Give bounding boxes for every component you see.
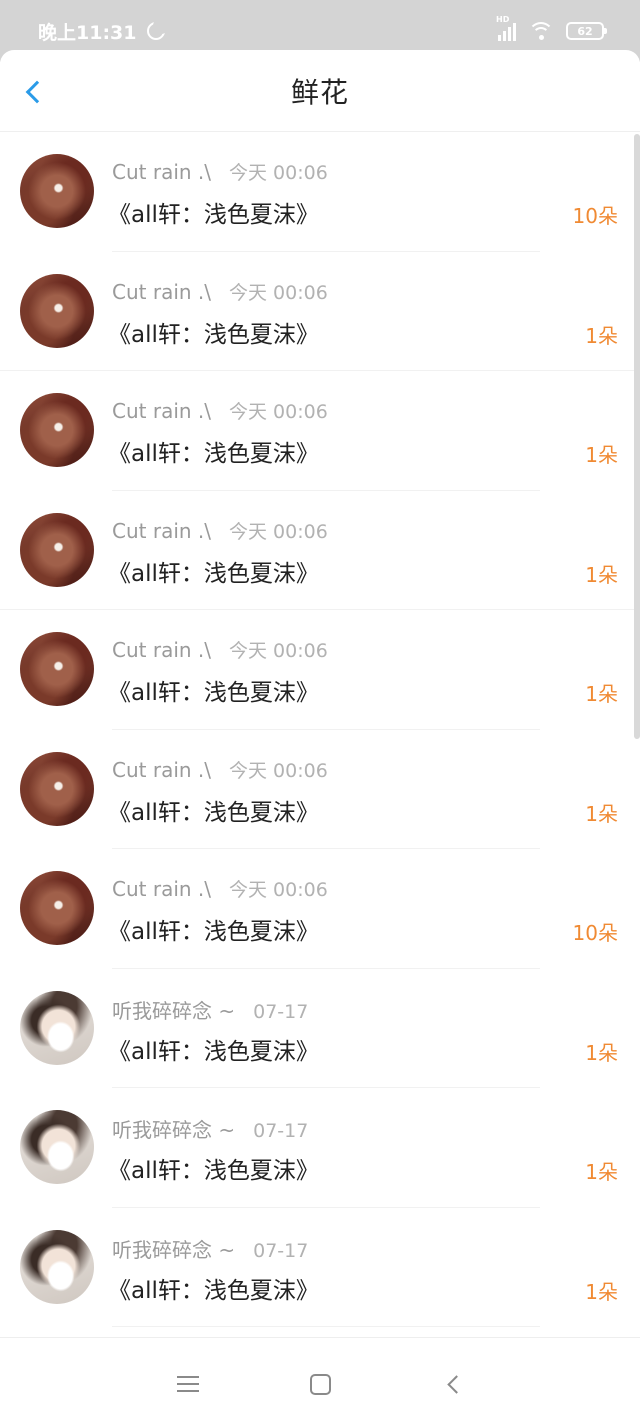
menu-icon [177,1376,199,1392]
book-title: 《all轩：浅色夏沫》 [108,560,319,587]
man-avatar[interactable] [20,512,94,587]
man-avatar[interactable] [20,751,94,826]
book-title: 《all轩：浅色夏沫》 [108,680,319,706]
item-meta: 听我碎碎念 ~ 07-17 [112,1114,308,1143]
timestamp: 今天 00:06 [229,281,328,304]
item-meta: Cut rain .\ 今天 00:06 [112,397,328,424]
home-button[interactable] [300,1364,340,1404]
header: 鲜花 [0,50,640,132]
man-avatar[interactable] [20,154,94,228]
chevron-left-icon [25,80,49,104]
status-right: HD 62 [496,15,607,41]
back-button[interactable] [14,72,54,112]
man-avatar[interactable] [20,632,94,706]
book-title: 《all轩：浅色夏沫》 [108,919,319,945]
timestamp: 今天 00:06 [229,401,328,423]
book-title: 《all轩：浅色夏沫》 [108,1277,319,1304]
flower-count: 1朵 [585,801,618,826]
list-item[interactable]: Cut rain .\ 今天 00:06 《all轩：浅色夏沫》 10朵 [0,132,640,252]
nav-back-button[interactable] [433,1364,473,1404]
timestamp: 07-17 [253,1239,309,1262]
user-name[interactable]: 听我碎碎念 ~ [112,995,235,1024]
signal-icon: HD [496,15,516,41]
list-item[interactable]: Cut rain .\ 今天 00:06 《all轩：浅色夏沫》 1朵 [0,371,640,491]
signal-hd-label: HD [496,15,510,24]
flower-count: 1朵 [585,443,618,467]
user-name[interactable]: Cut rain .\ [112,280,211,304]
list-item[interactable]: 听我碎碎念 ~ 07-17 《all轩：浅色夏沫》 1朵 [0,1208,640,1327]
list-item[interactable]: 听我碎碎念 ~ 07-17 《all轩：浅色夏沫》 1朵 [0,1088,640,1208]
scrollbar[interactable] [634,134,640,739]
flower-count: 1朵 [585,562,618,587]
user-name[interactable]: Cut rain .\ [112,877,211,901]
user-name[interactable]: 听我碎碎念 ~ [112,1114,235,1143]
user-name[interactable]: Cut rain .\ [112,758,211,782]
user-name[interactable]: Cut rain .\ [112,399,211,423]
item-meta: Cut rain .\ 今天 00:06 [112,278,328,305]
list-item[interactable]: Cut rain .\ 今天 00:06 《all轩：浅色夏沫》 1朵 [0,252,640,371]
gift-list: Cut rain .\ 今天 00:06 《all轩：浅色夏沫》 10朵 Cut… [0,132,640,1327]
girl-avatar[interactable] [20,1229,94,1304]
list-item[interactable]: Cut rain .\ 今天 00:06 《all轩：浅色夏沫》 1朵 [0,610,640,730]
item-meta: Cut rain .\ 今天 00:06 [112,756,328,783]
flower-count: 1朵 [585,1040,618,1065]
man-avatar[interactable] [20,871,94,945]
battery-icon: 62 [566,22,607,40]
item-meta: Cut rain .\ 今天 00:06 [112,636,328,663]
flower-count: 1朵 [585,682,618,706]
flower-count: 10朵 [572,921,618,945]
item-meta: Cut rain .\ 今天 00:06 [112,875,328,902]
book-title: 《all轩：浅色夏沫》 [108,1158,319,1184]
item-meta: Cut rain .\ 今天 00:06 [112,517,328,544]
book-title: 《all轩：浅色夏沫》 [108,799,319,826]
timestamp: 今天 00:06 [229,759,328,782]
timestamp: 今天 00:06 [229,520,328,543]
list-item[interactable]: Cut rain .\ 今天 00:06 《all轩：浅色夏沫》 1朵 [0,730,640,849]
flower-count: 10朵 [572,204,618,228]
item-meta: 听我碎碎念 ~ 07-17 [112,995,308,1024]
timestamp: 07-17 [253,1000,309,1023]
system-nav-bar [0,1337,640,1422]
book-title: 《all轩：浅色夏沫》 [108,202,319,228]
wifi-icon [528,21,554,41]
item-meta: 听我碎碎念 ~ 07-17 [112,1234,308,1263]
timestamp: 今天 00:06 [229,162,328,184]
list-item[interactable]: 听我碎碎念 ~ 07-17 《all轩：浅色夏沫》 1朵 [0,969,640,1088]
flower-count: 1朵 [585,1160,618,1184]
timestamp: 07-17 [253,1120,309,1142]
status-left: 晚上11:31 [38,18,170,45]
girl-avatar[interactable] [20,1110,94,1184]
timestamp: 今天 00:06 [229,879,328,901]
moon-icon [146,18,170,41]
page-title: 鲜花 [290,75,349,109]
user-name[interactable]: Cut rain .\ [112,160,211,184]
menu-button[interactable] [168,1364,208,1404]
nav-back-icon [446,1374,466,1394]
flower-count: 1朵 [585,323,618,348]
divider [112,1326,540,1327]
list-item[interactable]: Cut rain .\ 今天 00:06 《all轩：浅色夏沫》 10朵 [0,849,640,969]
user-name[interactable]: 听我碎碎念 ~ [112,1234,235,1263]
status-time: 晚上11:31 [38,21,137,44]
user-name[interactable]: Cut rain .\ [112,638,211,662]
battery-level: 62 [577,24,593,38]
item-meta: Cut rain .\ 今天 00:06 [112,158,328,185]
girl-avatar[interactable] [20,990,94,1065]
book-title: 《all轩：浅色夏沫》 [108,1038,319,1065]
book-title: 《all轩：浅色夏沫》 [108,441,319,467]
list-item[interactable]: Cut rain .\ 今天 00:06 《all轩：浅色夏沫》 1朵 [0,491,640,610]
timestamp: 今天 00:06 [229,640,328,662]
user-name[interactable]: Cut rain .\ [112,519,211,543]
flower-count: 1朵 [585,1279,618,1304]
book-title: 《all轩：浅色夏沫》 [108,321,319,348]
home-icon [309,1373,331,1395]
man-avatar[interactable] [20,273,94,348]
man-avatar[interactable] [20,393,94,467]
